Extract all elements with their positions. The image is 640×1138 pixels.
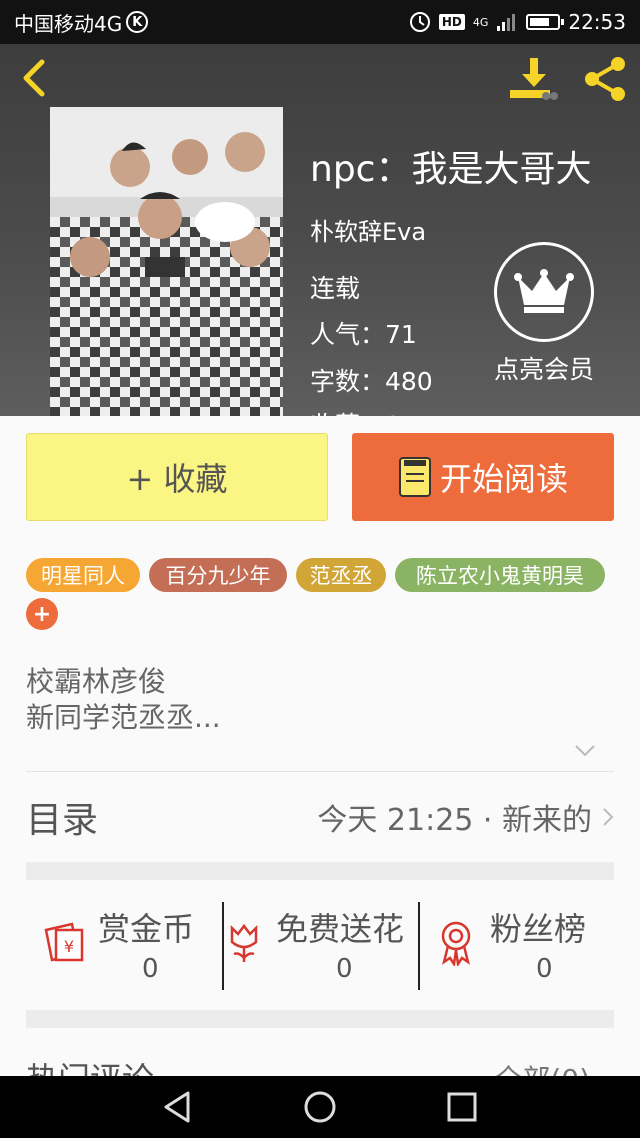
latest-chapter: 今天 21:25 · 新来的: [317, 803, 592, 838]
battery-icon: [526, 14, 565, 30]
stat-value: 0: [536, 954, 553, 984]
tag-label: 陈立农小鬼黄明昊: [416, 564, 584, 588]
comments-title: 热门评论: [26, 1054, 154, 1076]
status-bar: 中国移动4G K HD 4G 22:53: [0, 0, 640, 44]
fan-ranking-button[interactable]: 粉丝榜 0: [420, 898, 614, 994]
carrier-badge: K: [126, 11, 149, 33]
alarm-icon: [409, 12, 430, 32]
description-line: 校霸林彦俊: [26, 665, 167, 698]
add-tag-button[interactable]: +: [26, 598, 58, 630]
clock: 22:53: [568, 10, 626, 34]
start-reading-label: 开始阅读: [439, 460, 568, 498]
chevron-down-icon[interactable]: [574, 744, 596, 758]
vip-label: 点亮会员: [493, 355, 594, 384]
tag-label: 百分九少年: [165, 564, 271, 588]
back-button[interactable]: [14, 56, 54, 100]
share-icon: [585, 57, 625, 101]
section-gap: [26, 862, 614, 880]
book-word-count: 字数：480: [310, 367, 433, 396]
support-stats: ¥ 赏金币 0 免费送花 0 粉丝榜 0: [26, 898, 614, 994]
tag-label: 明星同人: [41, 564, 125, 588]
start-reading-button[interactable]: 开始阅读: [352, 433, 614, 521]
book-status: 连载: [310, 274, 361, 303]
all-comments-link[interactable]: 全部(0): [494, 1058, 590, 1076]
network-type: 4G: [472, 15, 489, 29]
chevron-right-icon: [603, 808, 614, 826]
table-of-contents-row[interactable]: 目录 今天 21:25 · 新来的: [26, 772, 614, 862]
medal-icon: [441, 921, 471, 966]
book-title: npc：我是大哥大: [310, 149, 592, 190]
stat-value: 0: [336, 954, 353, 984]
reward-coins-button[interactable]: ¥ 赏金币 0: [26, 898, 222, 994]
download-icon: [510, 58, 558, 100]
signal-icon: [497, 14, 516, 31]
stat-label: 免费送花: [276, 910, 405, 948]
tag-item[interactable]: 陈立农小鬼黄明昊: [395, 558, 605, 592]
hd-badge: HD: [438, 14, 465, 30]
stat-label: 赏金币: [98, 910, 195, 948]
system-nav-bar: [0, 1076, 640, 1138]
tag-item[interactable]: 范丞丞: [296, 558, 386, 592]
carrier-label: 中国移动4G: [14, 11, 123, 36]
book-popularity: 人气：71: [310, 320, 417, 349]
cover-image: [50, 107, 283, 416]
section-gap: [26, 1010, 614, 1028]
stat-value: 0: [142, 954, 159, 984]
favorite-label: + 收藏: [126, 460, 228, 498]
tag-label: 范丞丞: [309, 564, 373, 588]
back-triangle-icon[interactable]: [160, 1089, 196, 1125]
flower-icon: [230, 923, 258, 962]
favorite-button[interactable]: + 收藏: [26, 433, 328, 521]
tag-item[interactable]: 百分九少年: [149, 558, 287, 592]
book-description[interactable]: 校霸林彦俊 新同学范丞丞...: [26, 664, 221, 736]
tag-item[interactable]: 明星同人: [26, 558, 140, 592]
share-button[interactable]: [580, 54, 630, 104]
send-flowers-button[interactable]: 免费送花 0: [224, 898, 418, 994]
red-envelope-icon: ¥: [44, 922, 84, 962]
book-favorites: 收藏：0: [310, 406, 401, 416]
book-author[interactable]: 朴软辞Eva: [310, 212, 426, 247]
recents-square-icon[interactable]: [444, 1089, 480, 1125]
chevron-left-icon: [23, 59, 45, 97]
download-button[interactable]: [506, 54, 560, 104]
book-detail-panel: + 收藏 开始阅读 明星同人 百分九少年 范丞丞 陈立农小鬼黄明昊 + 校霸林彦…: [0, 416, 640, 1076]
stat-label: 粉丝榜: [490, 910, 587, 948]
book-header: npc：我是大哥大 朴软辞Eva 连载 人气：71 字数：480 收藏：0 点亮…: [0, 44, 640, 416]
crown-icon: [514, 269, 574, 313]
svg-text:¥: ¥: [64, 937, 74, 956]
book-cover[interactable]: [50, 107, 283, 416]
toc-title: 目录: [26, 800, 99, 841]
home-circle-icon[interactable]: [302, 1089, 338, 1125]
description-line: 新同学范丞丞...: [26, 701, 221, 734]
book-icon: [398, 457, 431, 497]
vip-button[interactable]: 点亮会员: [488, 242, 600, 386]
hot-comments-header[interactable]: 热门评论 全部(0): [26, 1048, 614, 1076]
